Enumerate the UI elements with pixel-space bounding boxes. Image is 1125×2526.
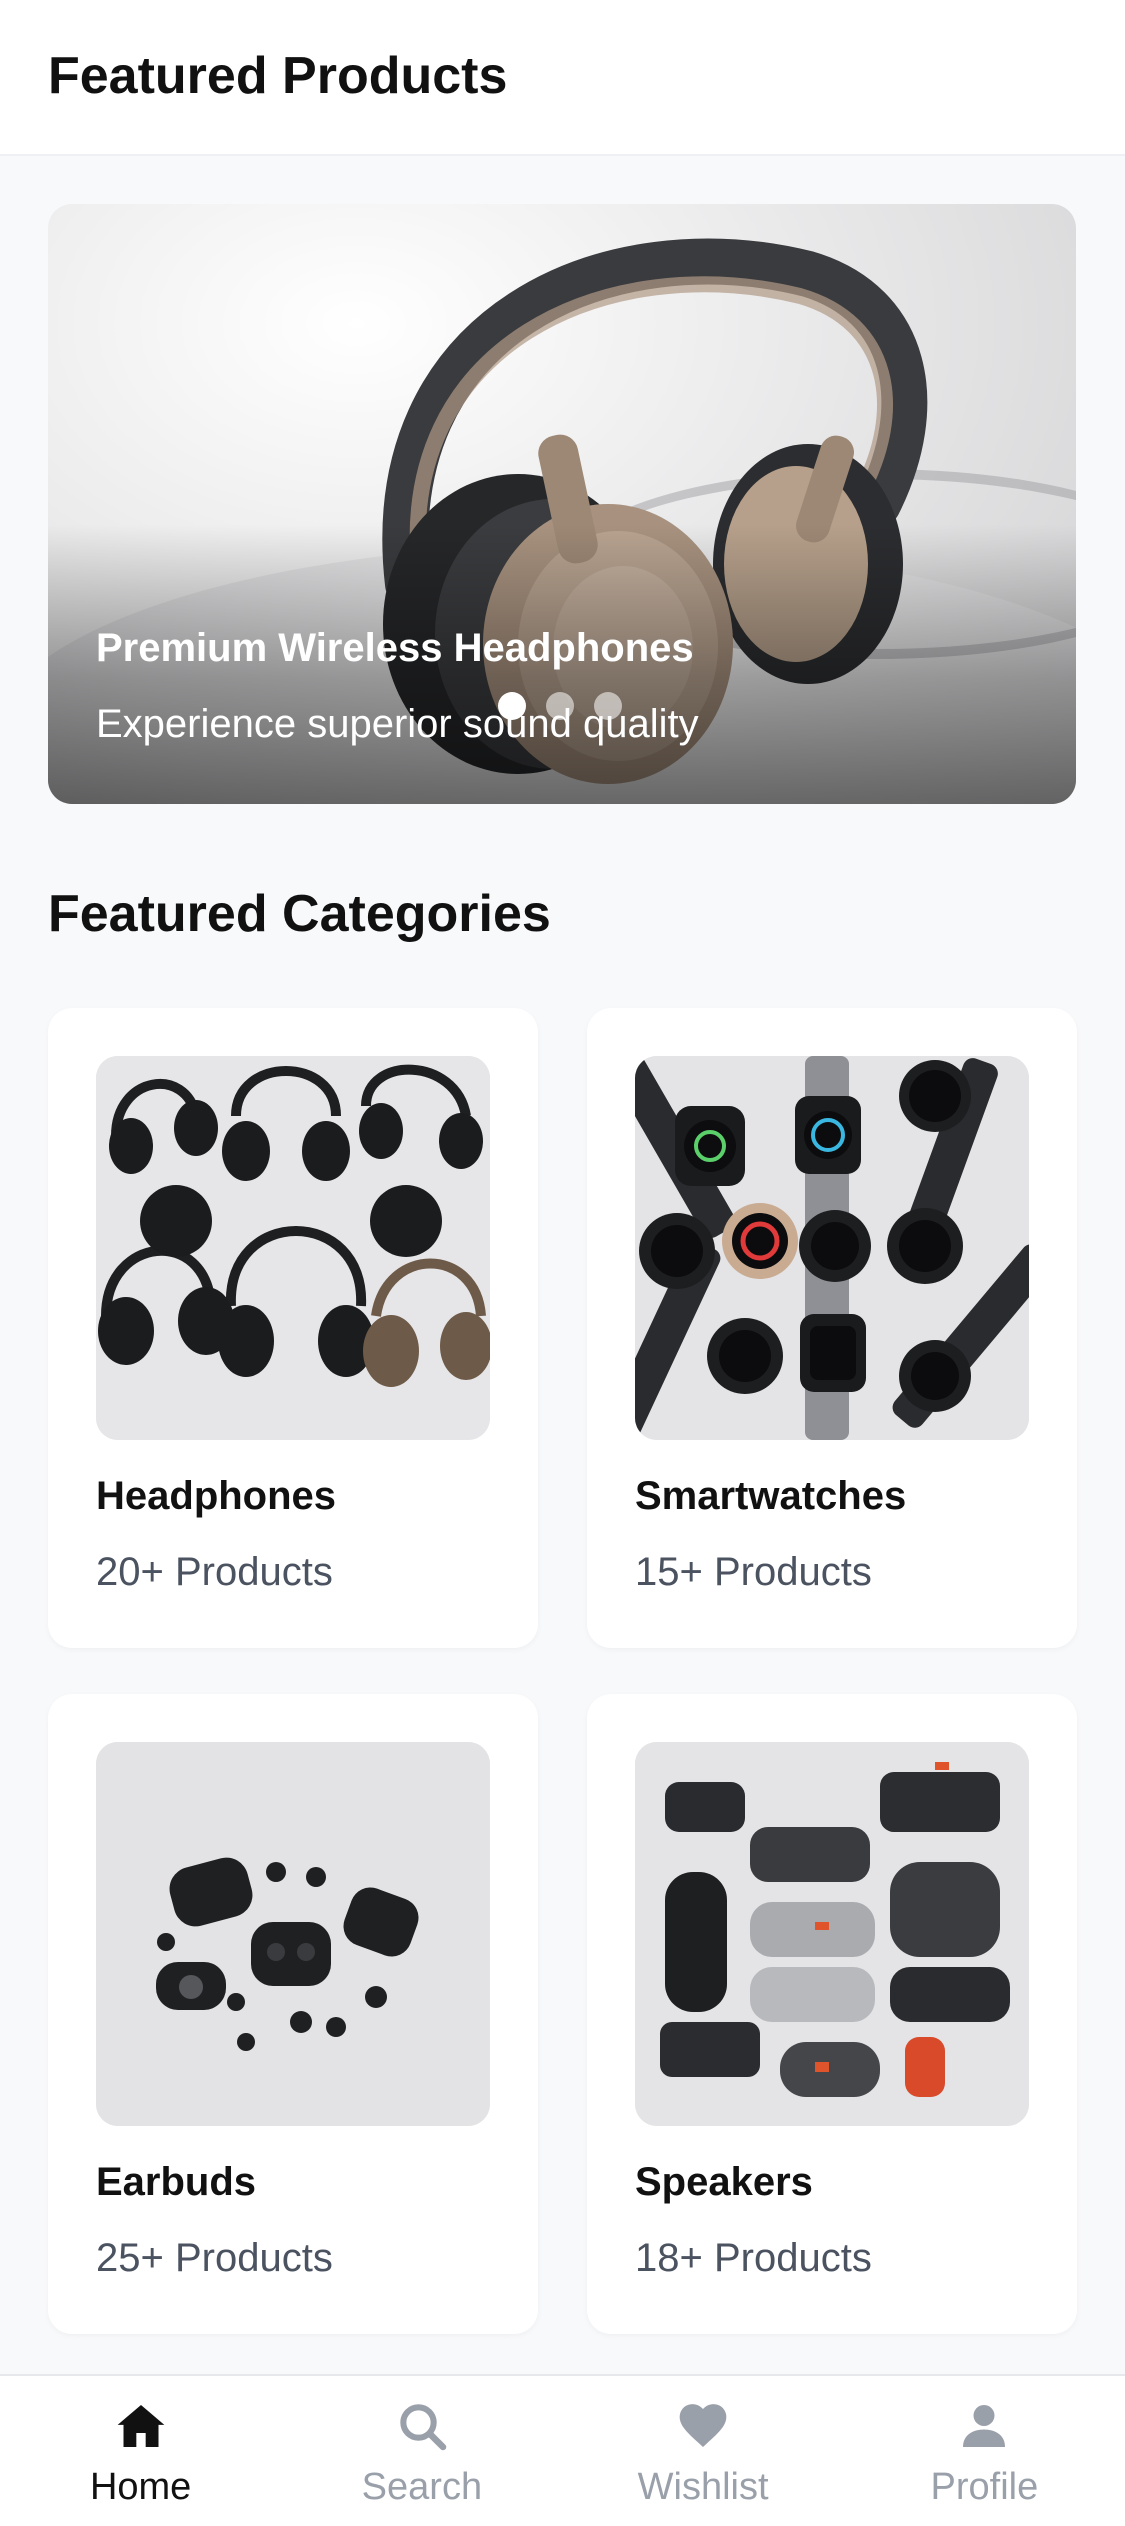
nav-label-profile: Profile: [930, 2466, 1039, 2508]
nav-profile[interactable]: Profile: [844, 2376, 1125, 2526]
category-name: Speakers: [635, 2160, 813, 2204]
nav-wishlist[interactable]: Wishlist: [563, 2376, 844, 2526]
category-card-earbuds[interactable]: Earbuds 25+ Products: [48, 1694, 538, 2334]
speakers-category-image: [635, 1742, 1029, 2126]
user-icon: [963, 2405, 1006, 2447]
category-count: 25+ Products: [96, 2236, 333, 2280]
category-name: Earbuds: [96, 2160, 257, 2204]
page-title: Featured Products: [48, 47, 508, 105]
hero-carousel[interactable]: Premium Wireless Headphones Experience s…: [48, 204, 1076, 804]
bottom-navigation: Home Search Wishlist Profile: [0, 2374, 1125, 2526]
category-count: 20+ Products: [96, 1550, 333, 1594]
earbuds-category-image: [96, 1742, 490, 2126]
heart-icon: [679, 2404, 727, 2447]
headphones-category-image: [96, 1056, 490, 1440]
section-title-categories: Featured Categories: [48, 885, 551, 943]
smartwatches-category-image: [635, 1056, 1029, 1440]
top-header: Featured Products: [0, 0, 1125, 156]
nav-search[interactable]: Search: [281, 2376, 562, 2526]
carousel-indicators: [498, 692, 622, 720]
category-name: Headphones: [96, 1474, 337, 1518]
home-icon: [117, 2405, 164, 2447]
search-icon: [400, 2404, 447, 2451]
app-screen: Featured Products Premium Wireless Headp…: [0, 0, 1125, 2526]
category-card-speakers[interactable]: Speakers 18+ Products: [587, 1694, 1077, 2334]
carousel-dot-2[interactable]: [546, 692, 574, 720]
hero-title: Premium Wireless Headphones: [96, 626, 694, 670]
category-card-headphones[interactable]: Headphones 20+ Products: [48, 1008, 538, 1648]
category-name: Smartwatches: [635, 1474, 907, 1518]
carousel-dot-1[interactable]: [498, 692, 526, 720]
carousel-dot-3[interactable]: [594, 692, 622, 720]
category-count: 18+ Products: [635, 2236, 872, 2280]
nav-label-search: Search: [361, 2466, 483, 2508]
nav-label-wishlist: Wishlist: [637, 2466, 769, 2508]
category-count: 15+ Products: [635, 1550, 872, 1594]
nav-home[interactable]: Home: [0, 2376, 281, 2526]
nav-label-home: Home: [89, 2466, 192, 2508]
category-card-smartwatches[interactable]: Smartwatches 15+ Products: [587, 1008, 1077, 1648]
